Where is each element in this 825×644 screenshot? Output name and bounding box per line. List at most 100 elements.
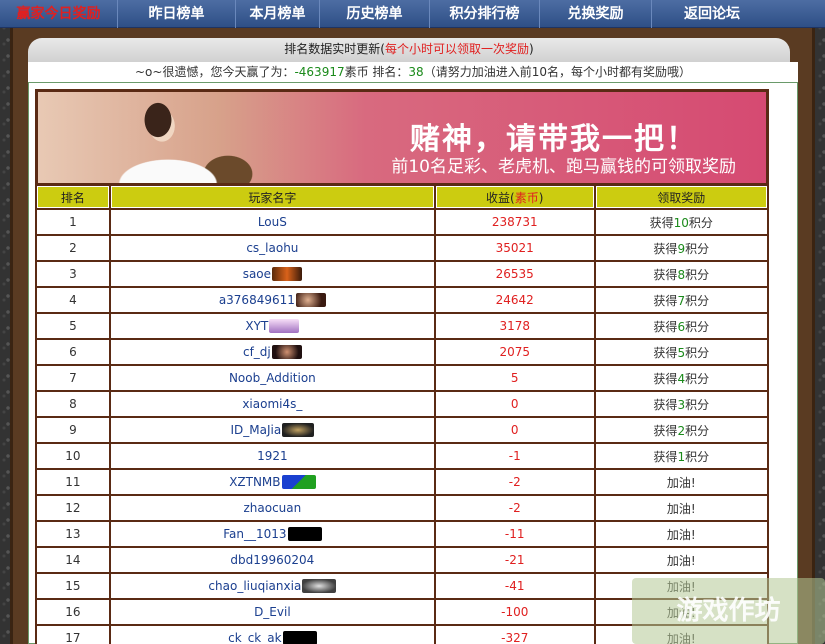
- content-panel: 赌神，请带我一把！ 前10名足彩、老虎机、跑马赢钱的可领取奖励 排名 玩家名字 …: [28, 82, 798, 644]
- reward-num: 6: [677, 319, 686, 334]
- player-medal-icon: [282, 631, 317, 644]
- notice-suffix: ): [529, 42, 534, 56]
- player-cell: a376849611: [110, 288, 434, 312]
- reward-suffix: 积分: [688, 215, 713, 230]
- status-currency-label: 素币 排名：: [344, 65, 409, 79]
- table-row: 7 Noob_Addition 5 获得4积分: [37, 366, 767, 390]
- player-name-link[interactable]: XZTNMB: [229, 475, 280, 489]
- status-prefix: ~o~很遗憾，您今天赢了为：: [135, 65, 295, 79]
- rank-cell: 14: [37, 548, 109, 572]
- nav-item-1[interactable]: 昨日榜单: [118, 0, 236, 28]
- reward-cell[interactable]: 加油!: [595, 548, 767, 572]
- player-medal-icon: [282, 423, 315, 438]
- status-amount: -463917: [294, 65, 345, 79]
- income-cell: 24642: [435, 288, 594, 312]
- nav-item-2[interactable]: 本月榜单: [236, 0, 320, 28]
- reward-cell[interactable]: 获得3积分: [595, 392, 767, 416]
- player-name-link[interactable]: dbd19960204: [230, 553, 314, 567]
- table-header-row: 排名 玩家名字 收益(素币) 领取奖励: [37, 186, 767, 208]
- player-cell: ck_ck_ak: [110, 626, 434, 644]
- table-row: 13 Fan__1013 -11 加油!: [37, 522, 767, 546]
- reward-num: 5: [677, 345, 686, 360]
- reward-cell[interactable]: 加油!: [595, 496, 767, 520]
- nav-item-4[interactable]: 积分排行榜: [430, 0, 540, 28]
- nav-item-5[interactable]: 兑换奖励: [540, 0, 652, 28]
- player-name-link[interactable]: Fan__1013: [223, 527, 286, 541]
- player-name-link[interactable]: xiaomi4s_: [242, 397, 302, 411]
- player-cell: ID_MaJia: [110, 418, 434, 442]
- reward-cell[interactable]: 加油!: [595, 470, 767, 494]
- income-cell: 35021: [435, 236, 594, 260]
- income-cell: -2: [435, 496, 594, 520]
- notice-prefix: 排名数据实时更新(: [284, 42, 385, 56]
- player-cell: 1921: [110, 444, 434, 468]
- rank-cell: 5: [37, 314, 109, 338]
- income-cell: -21: [435, 548, 594, 572]
- reward-prefix: 获得: [653, 319, 678, 334]
- table-row: 9 ID_MaJia 0 获得2积分: [37, 418, 767, 442]
- header-rank: 排名: [37, 186, 109, 208]
- player-name-link[interactable]: ck_ck_ak: [228, 631, 281, 644]
- reward-cell[interactable]: 获得2积分: [595, 418, 767, 442]
- table-row: 5 XYT 3178 获得6积分: [37, 314, 767, 338]
- reward-prefix: 获得: [653, 449, 678, 464]
- player-cell: chao_liuqianxia: [110, 574, 434, 598]
- reward-prefix: 获得: [653, 267, 678, 282]
- table-row: 2 cs_laohu 35021 获得9积分: [37, 236, 767, 260]
- player-name-link[interactable]: saoe: [243, 267, 271, 281]
- reward-cell[interactable]: 获得6积分: [595, 314, 767, 338]
- rank-cell: 11: [37, 470, 109, 494]
- player-name-link[interactable]: XYT: [245, 319, 268, 333]
- player-name-link[interactable]: Noob_Addition: [229, 371, 316, 385]
- player-name-link[interactable]: cf_dj: [243, 345, 271, 359]
- header-income-unit: 素币: [514, 190, 539, 205]
- reward-cell[interactable]: 加油!: [595, 522, 767, 546]
- income-cell: 26535: [435, 262, 594, 286]
- reward-cell[interactable]: 获得8积分: [595, 262, 767, 286]
- reward-num: 3: [677, 397, 686, 412]
- player-name-link[interactable]: D_Evil: [254, 605, 291, 619]
- rank-cell: 10: [37, 444, 109, 468]
- notice-highlight: 每个小时可以领取一次奖励: [384, 42, 529, 56]
- rank-cell: 15: [37, 574, 109, 598]
- header-income: 收益(素币): [435, 186, 594, 208]
- reward-cell[interactable]: 获得5积分: [595, 340, 767, 364]
- reward-prefix: 获得: [649, 215, 674, 230]
- nav-item-3[interactable]: 历史榜单: [320, 0, 430, 28]
- rank-cell: 7: [37, 366, 109, 390]
- reward-prefix: 获得: [653, 423, 678, 438]
- reward-num: 10: [673, 215, 689, 230]
- income-cell: 0: [435, 418, 594, 442]
- player-cell: saoe: [110, 262, 434, 286]
- reward-prefix: 获得: [653, 371, 678, 386]
- player-medal-icon: [271, 345, 302, 360]
- reward-cell[interactable]: 获得1积分: [595, 444, 767, 468]
- player-name-link[interactable]: cs_laohu: [246, 241, 298, 255]
- income-cell: 5: [435, 366, 594, 390]
- player-name-link[interactable]: 1921: [257, 449, 288, 463]
- player-cell: zhaocuan: [110, 496, 434, 520]
- income-cell: -100: [435, 600, 594, 624]
- reward-cell[interactable]: 获得10积分: [595, 210, 767, 234]
- income-cell: 3178: [435, 314, 594, 338]
- reward-num: 4: [677, 371, 686, 386]
- reward-cell[interactable]: 获得4积分: [595, 366, 767, 390]
- player-cell: xiaomi4s_: [110, 392, 434, 416]
- table-row: 8 xiaomi4s_ 0 获得3积分: [37, 392, 767, 416]
- rank-cell: 17: [37, 626, 109, 644]
- reward-num: 1: [677, 449, 686, 464]
- player-name-link[interactable]: ID_MaJia: [231, 423, 282, 437]
- reward-suffix: 积分: [685, 241, 710, 256]
- player-name-link[interactable]: chao_liuqianxia: [208, 579, 301, 593]
- promo-banner: 赌神，请带我一把！ 前10名足彩、老虎机、跑马赢钱的可领取奖励: [38, 92, 766, 183]
- player-name-link[interactable]: LouS: [258, 215, 287, 229]
- player-name-link[interactable]: zhaocuan: [243, 501, 301, 515]
- reward-cell[interactable]: 获得9积分: [595, 236, 767, 260]
- reward-cell[interactable]: 获得7积分: [595, 288, 767, 312]
- nav-item-6[interactable]: 返回论坛: [652, 0, 772, 28]
- table-row: 10 1921 -1 获得1积分: [37, 444, 767, 468]
- player-name-link[interactable]: a376849611: [219, 293, 295, 307]
- nav-item-0[interactable]: 赢家今日奖励: [0, 0, 118, 28]
- income-cell: -327: [435, 626, 594, 644]
- income-cell: 0: [435, 392, 594, 416]
